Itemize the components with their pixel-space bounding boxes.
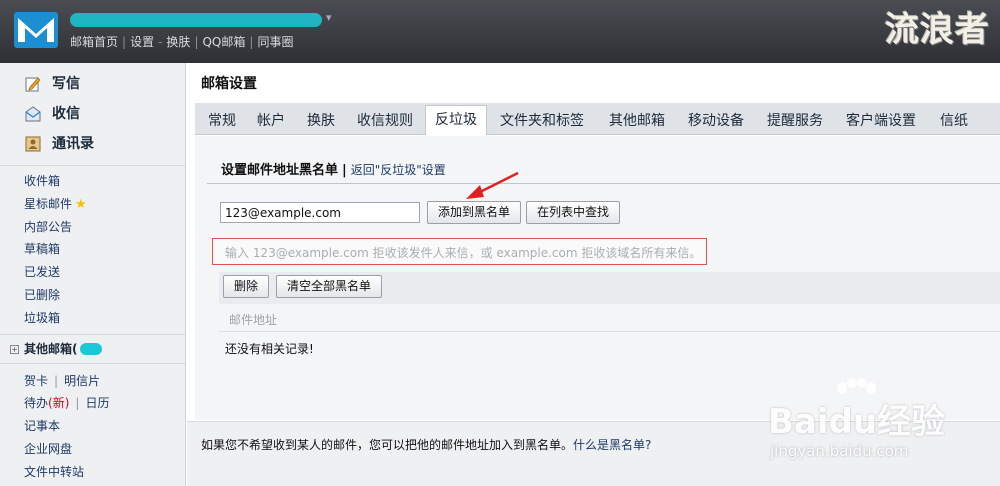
footer-text: 如果您不希望收到某人的邮件，您可以把他的邮件地址加入到黑名单。什么是黑名单?: [201, 436, 651, 453]
mail-logo-icon[interactable]: [14, 12, 58, 48]
red-arrow-icon: [466, 171, 519, 199]
tool-greeting-card[interactable]: 贺卡: [24, 374, 48, 388]
list-toolbar: 删除 清空全部黑名单: [219, 272, 1000, 304]
tab-folders-labels[interactable]: 文件夹和标签: [500, 107, 584, 135]
sidebar-item-other-mailboxes[interactable]: + 其他邮箱(: [0, 335, 185, 364]
tab-receive-rules[interactable]: 收信规则: [357, 107, 413, 135]
add-to-blacklist-button[interactable]: 添加到黑名单: [427, 201, 522, 224]
star-icon: ★: [75, 196, 87, 212]
contacts-icon: [25, 136, 41, 152]
sidebar-item-label: 其他邮箱(: [24, 341, 78, 356]
sidebar-item-deleted[interactable]: 已删除: [0, 284, 185, 307]
tab-skin[interactable]: 换肤: [307, 107, 335, 135]
link-settings[interactable]: 设置: [130, 35, 154, 49]
section-title: 设置邮件地址黑名单 | 返回"反垃圾"设置: [221, 159, 446, 178]
redacted-account-mask: [70, 13, 322, 27]
sidebar-item-contacts[interactable]: 通讯录: [0, 129, 185, 159]
link-colleague-circle[interactable]: 同事圈: [257, 35, 293, 49]
link-mail-home[interactable]: 邮箱首页: [70, 35, 118, 49]
tool-todo[interactable]: 待办: [24, 396, 48, 410]
tab-mobile-devices[interactable]: 移动设备: [688, 107, 744, 135]
separator: |: [75, 396, 80, 411]
sidebar-item-inbox[interactable]: 收信: [0, 99, 185, 129]
tool-row-todo: 待办(新) | 日历: [0, 392, 185, 415]
separator: -: [158, 35, 163, 49]
what-is-blacklist-link[interactable]: 什么是黑名单?: [573, 438, 651, 452]
account-dropdown-icon[interactable]: ▾: [326, 11, 332, 24]
baidu-watermark: Baidu经验 jingyan.baidu.com: [768, 378, 988, 478]
settings-tabs: 常规 帐户 换肤 收信规则 反垃圾 文件夹和标签 其他邮箱 移动设备 提醒服务 …: [195, 103, 1000, 136]
watermark-text: Baidu经验: [768, 402, 946, 442]
separator: |: [342, 163, 347, 178]
sidebar-item-compose[interactable]: 写信: [0, 69, 185, 99]
search-in-list-button[interactable]: 在列表中查找: [526, 201, 621, 224]
sidebar-item-label: 收信: [52, 106, 80, 122]
sidebar-item-label: 写信: [52, 76, 80, 92]
input-hint-box: 输入 123@example.com 拒收该发件人来信，或 example.co…: [212, 238, 707, 265]
inbox-icon: [25, 106, 41, 122]
sidebar-item-sent[interactable]: 已发送: [0, 261, 185, 284]
new-badge: (新): [48, 396, 70, 411]
separator: |: [249, 35, 254, 49]
tool-netdisk[interactable]: 企业网盘: [0, 438, 185, 461]
tab-anti-spam[interactable]: 反垃圾: [425, 105, 487, 136]
expand-icon[interactable]: +: [10, 344, 19, 354]
tab-stationery[interactable]: 信纸: [940, 107, 968, 135]
section-title-text: 设置邮件地址黑名单: [221, 163, 339, 178]
compose-icon: [25, 77, 41, 92]
sidebar-item-announcements[interactable]: 内部公告: [0, 216, 185, 239]
footer-description: 如果您不希望收到某人的邮件，您可以把他的邮件地址加入到黑名单。: [201, 438, 574, 452]
tab-other-mailboxes[interactable]: 其他邮箱: [609, 107, 665, 135]
sidebar-item-drafts[interactable]: 草稿箱: [0, 238, 185, 261]
back-to-antispam-link[interactable]: 返回"反垃圾"设置: [351, 163, 446, 177]
sidebar-item-spam[interactable]: 垃圾箱: [0, 307, 185, 330]
watermark-url: jingyan.baidu.com: [770, 442, 909, 460]
delete-button[interactable]: 删除: [223, 275, 270, 298]
page-title: 邮箱设置: [201, 76, 257, 92]
folder-list: 收件箱 星标邮件 ★ 内部公告 草稿箱 已发送 已删除 垃圾箱: [0, 166, 185, 335]
link-qq-mail[interactable]: QQ邮箱: [202, 35, 245, 49]
sidebar-item-inbox-folder[interactable]: 收件箱: [0, 170, 185, 193]
tool-notebook[interactable]: 记事本: [0, 415, 185, 438]
tool-row-cards: 贺卡 | 明信片: [0, 370, 185, 393]
top-header: ▾ 邮箱首页 | 设置 - 换肤 | QQ邮箱 | 同事圈 流浪者: [0, 0, 1000, 63]
tool-calendar[interactable]: 日历: [85, 396, 109, 410]
tab-account[interactable]: 帐户: [257, 107, 285, 135]
sidebar-item-label: 通讯录: [52, 136, 94, 152]
tool-postcard[interactable]: 明信片: [64, 374, 100, 388]
clear-blacklist-button[interactable]: 清空全部黑名单: [276, 275, 383, 298]
link-skin[interactable]: 换肤: [166, 35, 190, 49]
input-hint-text: 输入 123@example.com 拒收该发件人来信，或 example.co…: [225, 246, 702, 260]
separator: |: [122, 35, 127, 49]
separator: |: [194, 35, 199, 49]
tools-list: 贺卡 | 明信片 待办(新) | 日历 记事本 企业网盘 文件中转站: [0, 364, 185, 484]
tab-client-settings[interactable]: 客户端设置: [846, 107, 916, 135]
sidebar-item-starred[interactable]: 星标邮件 ★: [0, 193, 185, 216]
sidebar: 写信 收信 通讯录 收件箱 星标邮件 ★ 内部公告 草稿箱 已发送 已删除 垃圾箱…: [0, 63, 186, 486]
tab-general[interactable]: 常规: [208, 107, 236, 135]
tab-reminders[interactable]: 提醒服务: [767, 107, 823, 135]
blacklist-email-input[interactable]: [220, 202, 420, 223]
tool-file-transfer[interactable]: 文件中转站: [0, 461, 185, 484]
separator: |: [54, 373, 59, 388]
column-header-email: 邮件地址: [229, 313, 278, 327]
divider: [219, 331, 1000, 332]
primary-actions: 写信 收信 通讯录: [0, 63, 185, 166]
empty-state-text: 还没有相关记录!: [225, 342, 314, 356]
divider: [207, 183, 1000, 184]
sidebar-item-label: 星标邮件: [24, 196, 73, 211]
top-links: 邮箱首页 | 设置 - 换肤 | QQ邮箱 | 同事圈: [70, 33, 293, 50]
stamp-watermark: 流浪者: [885, 10, 990, 50]
redacted-count-mask: [79, 343, 102, 356]
